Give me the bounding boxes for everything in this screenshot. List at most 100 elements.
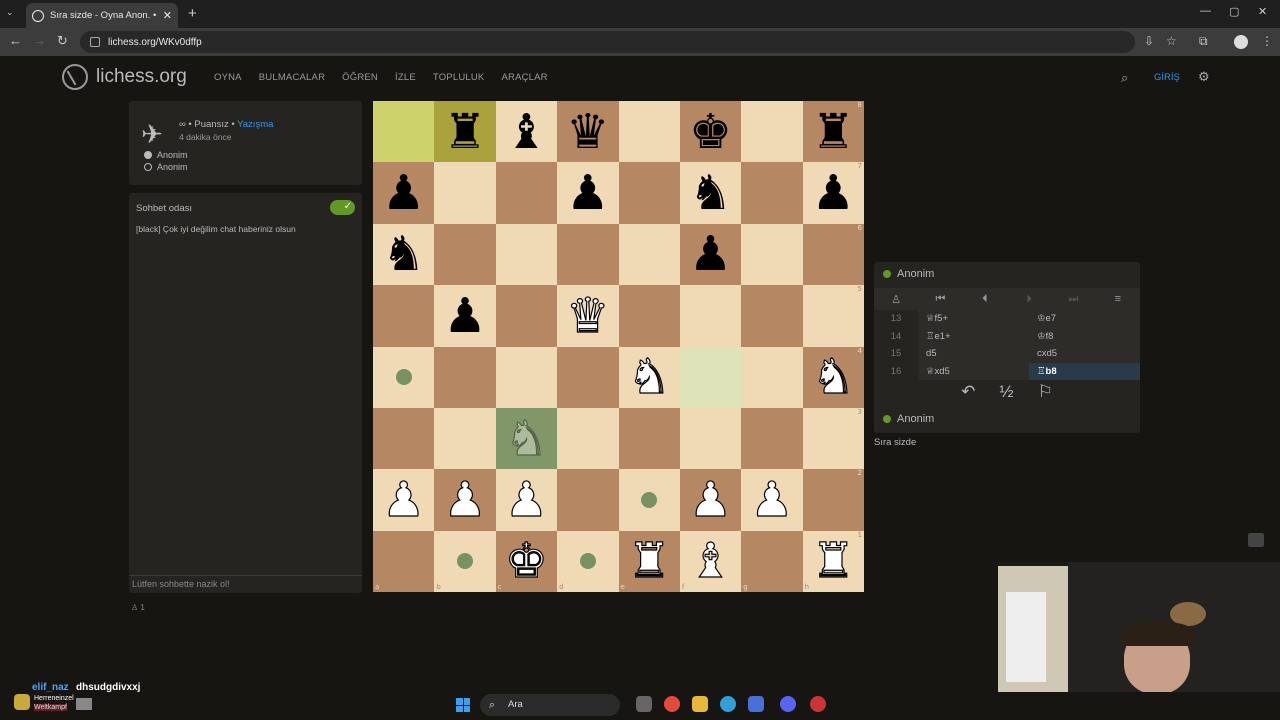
black-piece[interactable]: ♟: [382, 169, 425, 217]
edge-icon[interactable]: [720, 696, 736, 712]
square-c3[interactable]: ♞: [495, 407, 558, 470]
url-field[interactable]: lichess.org/WKv0dffp: [80, 31, 1135, 53]
last-move-icon[interactable]: ⏭: [1051, 293, 1095, 306]
square-d3[interactable]: [557, 407, 619, 470]
square-h4[interactable]: ♞ 4: [802, 346, 864, 408]
self-player[interactable]: Anonim: [883, 413, 934, 425]
menu-icon[interactable]: ≡: [1096, 293, 1140, 305]
chrome-icon[interactable]: [664, 696, 680, 712]
square-a1[interactable]: a: [373, 530, 435, 592]
black-piece[interactable]: ♟: [812, 169, 855, 217]
white-piece[interactable]: ♞: [504, 414, 548, 463]
square-e4[interactable]: ♞: [618, 346, 680, 408]
square-g7[interactable]: [741, 162, 803, 224]
square-d1[interactable]: d: [557, 530, 619, 592]
black-move[interactable]: ♔f8: [1029, 327, 1140, 345]
chess-board[interactable]: ♜ ♝ ♛ ♚ ♜ 8 ♟ ♟ ♞ ♟ 7 ♞ ♟ 6 ♟ ♛ 5 ♞ ♞ 4 ♞ 3 ♟ ♟ ♟ ♟ ♟ 2 a b ♚ c d ♜ e ♝ f g ♜ 1…: [373, 101, 864, 592]
first-move-icon[interactable]: ⏮: [918, 293, 962, 306]
white-piece[interactable]: ♟: [382, 475, 426, 524]
square-g8[interactable]: [741, 101, 803, 163]
square-d6[interactable]: [557, 223, 619, 286]
square-f6[interactable]: ♟: [679, 223, 742, 286]
black-piece[interactable]: ♟: [689, 230, 732, 278]
square-a8[interactable]: [373, 101, 435, 163]
black-move[interactable]: ♖b8: [1029, 362, 1140, 380]
square-f4[interactable]: [679, 346, 742, 408]
white-piece[interactable]: ♟: [504, 475, 548, 524]
square-h6[interactable]: 6: [802, 223, 864, 286]
square-b2[interactable]: ♟: [434, 469, 496, 531]
square-e7[interactable]: [618, 162, 680, 224]
square-d5[interactable]: ♛: [557, 285, 619, 347]
close-window-icon[interactable]: ✕: [1258, 5, 1267, 18]
square-c5[interactable]: [495, 285, 558, 347]
square-a3[interactable]: [373, 407, 435, 470]
square-g1[interactable]: g: [741, 530, 803, 592]
black-move[interactable]: cxd5: [1029, 345, 1140, 363]
black-piece[interactable]: ♞: [689, 169, 732, 217]
settings-gear-icon[interactable]: ⚙: [1198, 69, 1210, 85]
opponent-player[interactable]: Anonim: [883, 268, 934, 280]
login-link[interactable]: GİRİŞ: [1154, 72, 1180, 83]
browser-tab[interactable]: Sıra sizde - Oyna Anon. • liches ✕: [26, 3, 178, 28]
discord-icon[interactable]: [780, 696, 796, 712]
square-b8[interactable]: ♜: [434, 101, 496, 163]
black-piece[interactable]: ♞: [382, 230, 425, 278]
square-a4[interactable]: [373, 346, 435, 408]
file-explorer-icon[interactable]: [692, 696, 708, 712]
black-piece[interactable]: ♟: [444, 292, 487, 340]
square-b6[interactable]: [434, 223, 496, 286]
square-d2[interactable]: [557, 469, 619, 531]
app-icon[interactable]: [810, 696, 826, 712]
square-f3[interactable]: [679, 407, 742, 470]
lichess-logo[interactable]: lichess.org: [62, 64, 187, 90]
offer-draw-button[interactable]: ½: [999, 382, 1013, 402]
move-destination-dot[interactable]: [395, 369, 412, 386]
windows-start-icon[interactable]: [456, 698, 470, 712]
square-b1[interactable]: b: [434, 530, 496, 592]
square-e2[interactable]: [618, 469, 680, 531]
black-piece[interactable]: ♜: [812, 108, 855, 156]
square-e1[interactable]: ♜ e: [618, 530, 680, 592]
square-e6[interactable]: [618, 223, 680, 286]
square-h3[interactable]: 3: [802, 407, 864, 470]
bookmark-star-icon[interactable]: ☆: [1166, 34, 1177, 48]
square-b7[interactable]: [434, 162, 496, 224]
square-h1[interactable]: ♜ 1 h: [802, 530, 864, 592]
flip-board-icon[interactable]: ♙: [874, 293, 918, 306]
white-player[interactable]: Anonim: [144, 150, 188, 160]
move-destination-dot[interactable]: [457, 553, 474, 570]
square-f7[interactable]: ♞: [679, 162, 742, 224]
nav-play[interactable]: OYNA: [214, 72, 242, 83]
black-piece[interactable]: ♜: [444, 108, 487, 156]
game-mode-link[interactable]: Yazışma: [237, 119, 273, 130]
extensions-icon[interactable]: ⧉: [1199, 34, 1208, 49]
move-destination-dot[interactable]: [641, 491, 658, 508]
square-c8[interactable]: ♝: [495, 101, 558, 163]
square-d8[interactable]: ♛: [557, 101, 619, 163]
black-player[interactable]: Anonim: [144, 162, 188, 172]
square-a7[interactable]: ♟: [373, 162, 435, 224]
square-a2[interactable]: ♟: [373, 469, 435, 531]
white-piece[interactable]: ♟: [443, 475, 487, 524]
new-tab-icon[interactable]: +: [188, 5, 197, 22]
white-piece[interactable]: ♞: [811, 353, 855, 402]
white-piece[interactable]: ♚: [504, 537, 548, 586]
square-a5[interactable]: [373, 285, 435, 347]
maximize-icon[interactable]: ▢: [1229, 5, 1239, 18]
move-destination-dot[interactable]: [579, 553, 596, 570]
nav-puzzles[interactable]: BULMACALAR: [259, 72, 325, 83]
square-f2[interactable]: ♟: [679, 469, 742, 531]
install-icon[interactable]: ⇩: [1144, 34, 1154, 48]
square-b5[interactable]: ♟: [434, 285, 496, 347]
white-piece[interactable]: ♜: [627, 537, 671, 586]
white-move[interactable]: d5: [918, 345, 1029, 363]
black-move[interactable]: ♔e7: [1029, 310, 1140, 328]
forward-icon[interactable]: →: [33, 33, 46, 48]
square-h7[interactable]: ♟ 7: [802, 162, 864, 224]
site-info-icon[interactable]: [90, 37, 100, 47]
square-h8[interactable]: ♜ 8: [802, 101, 864, 163]
profile-avatar[interactable]: [1234, 35, 1248, 49]
square-g4[interactable]: [741, 346, 803, 408]
square-e3[interactable]: [618, 407, 680, 470]
